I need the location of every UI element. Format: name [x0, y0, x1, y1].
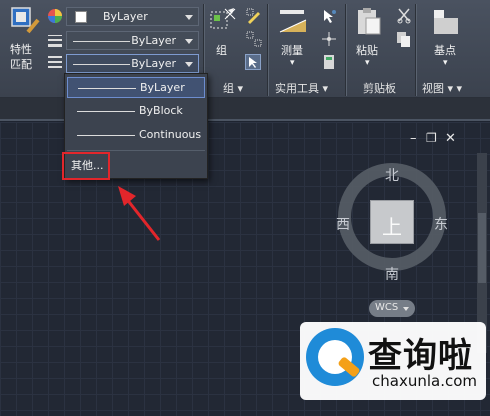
compass-east[interactable]: 东	[434, 214, 448, 234]
panel-expand-icon[interactable]: ▾	[448, 82, 454, 95]
view-panel-title[interactable]: 视图 ▾ ▾	[422, 80, 462, 96]
group-icon[interactable]	[208, 6, 238, 36]
measure-icon[interactable]	[278, 8, 308, 36]
option-label: ByLayer	[140, 81, 185, 94]
watermark-logo	[306, 328, 364, 386]
match-properties-label[interactable]: 特性 匹配	[10, 42, 32, 72]
option-label: ByBlock	[139, 104, 183, 117]
copy-icon[interactable]	[396, 31, 412, 47]
edit-group-icon[interactable]	[246, 8, 262, 24]
group-select-icon[interactable]	[245, 54, 261, 70]
list-icon[interactable]	[47, 54, 63, 70]
panel-separator	[415, 4, 416, 96]
option-label: Continuous	[139, 128, 202, 141]
base-button-label[interactable]: 基点	[434, 42, 456, 58]
linetype-combo[interactable]: ByLayer	[66, 54, 199, 73]
linetype-sample	[73, 64, 130, 65]
chevron-down-icon[interactable]: ▾	[443, 58, 448, 68]
annotation-arrow	[118, 186, 161, 241]
calculator-icon[interactable]	[321, 54, 337, 70]
compass-south[interactable]: 南	[385, 264, 399, 284]
color-combo[interactable]: ByLayer	[66, 7, 199, 26]
lineweight-icon[interactable]	[47, 32, 63, 48]
highlight-box	[62, 152, 110, 180]
base-point-icon[interactable]	[432, 8, 460, 36]
group-panel-title[interactable]: 组 ▾	[223, 80, 243, 96]
measure-button-label[interactable]: 测量	[281, 42, 303, 58]
linetype-option-continuous[interactable]: Continuous	[67, 125, 205, 146]
group-button-label[interactable]: 组	[216, 42, 227, 58]
close-button[interactable]: ✕	[445, 131, 456, 146]
ungroup-icon[interactable]	[246, 31, 262, 47]
panel-expand-icon[interactable]: ▾	[457, 82, 463, 95]
dropdown-divider	[67, 150, 205, 151]
wcs-menu[interactable]: WCS	[369, 300, 415, 317]
lineweight-combo-value: ByLayer	[131, 34, 176, 47]
color-wheel-icon[interactable]	[47, 8, 63, 24]
linetype-sample	[77, 135, 135, 136]
color-combo-value: ByLayer	[103, 10, 148, 23]
panel-separator	[267, 4, 268, 96]
lineweight-sample	[73, 41, 130, 42]
panel-separator	[345, 4, 346, 96]
compass-west[interactable]: 西	[336, 214, 350, 234]
chevron-down-icon	[185, 15, 193, 20]
linetype-combo-value: ByLayer	[131, 57, 176, 70]
paste-button-label[interactable]: 粘贴	[356, 42, 378, 58]
paste-icon[interactable]	[355, 6, 383, 36]
chevron-down-icon	[185, 39, 193, 44]
restore-button[interactable]: ❐	[426, 131, 437, 145]
clipboard-panel-title[interactable]: 剪贴板	[363, 80, 396, 96]
viewcube-face-label: 上	[382, 215, 402, 239]
color-swatch	[75, 11, 87, 23]
quick-select-icon[interactable]	[321, 8, 337, 24]
utilities-panel-title[interactable]: 实用工具 ▾	[275, 80, 328, 96]
chevron-down-icon[interactable]: ▾	[365, 58, 370, 68]
linetype-option-bylayer[interactable]: ByLayer	[67, 77, 205, 98]
panel-expand-icon[interactable]: ▾	[238, 82, 244, 95]
chevron-down-icon[interactable]: ▾	[290, 58, 295, 68]
linetype-sample	[78, 88, 136, 89]
watermark: 查询啦 chaxunla.com	[300, 322, 486, 400]
linetype-sample	[77, 111, 135, 112]
minimize-button[interactable]: –	[410, 131, 417, 146]
viewcube-top-face[interactable]: 上	[370, 200, 414, 244]
watermark-domain: chaxunla.com	[372, 372, 477, 390]
cut-icon[interactable]	[396, 8, 412, 24]
panel-expand-icon[interactable]: ▾	[323, 82, 329, 95]
compass-north[interactable]: 北	[385, 165, 399, 185]
linetype-option-byblock[interactable]: ByBlock	[67, 101, 205, 122]
match-properties-icon[interactable]	[10, 6, 40, 36]
chevron-down-icon	[403, 307, 409, 311]
scroll-thumb[interactable]	[478, 213, 486, 283]
chevron-down-icon	[185, 62, 193, 67]
lineweight-combo[interactable]: ByLayer	[66, 31, 199, 50]
point-style-icon[interactable]	[321, 31, 337, 47]
watermark-chinese: 查询啦	[368, 336, 473, 376]
